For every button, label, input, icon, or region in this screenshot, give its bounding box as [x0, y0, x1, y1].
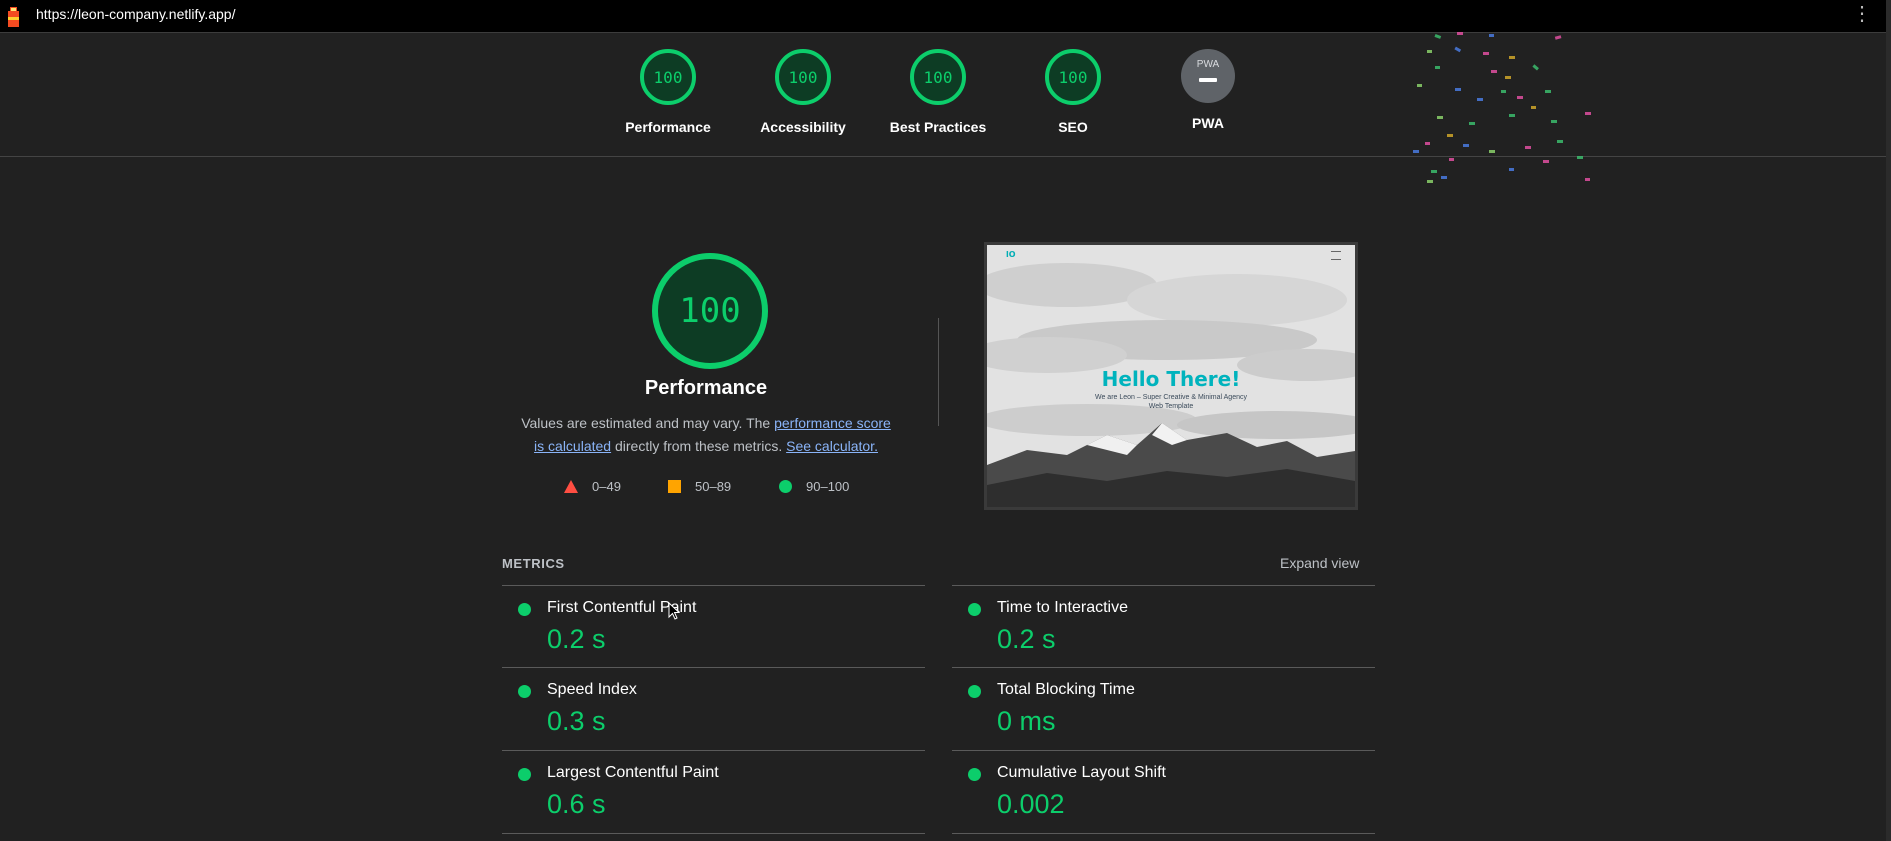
- metric-value: 0.6 s: [547, 789, 606, 819]
- performance-gauge: 100: [652, 253, 768, 369]
- performance-description: Values are estimated and may vary. The p…: [515, 412, 897, 458]
- description-text: directly from these metrics.: [611, 438, 787, 454]
- legend-pass: 90–100: [779, 479, 849, 494]
- pass-circle-icon: [968, 768, 981, 781]
- metric-name: Time to Interactive: [997, 599, 1129, 616]
- metric-value: 0.2 s: [547, 624, 606, 654]
- gauge-label: Performance: [625, 119, 711, 135]
- legend-average: 50–89: [668, 479, 731, 494]
- metric-value: 0.002: [997, 789, 1065, 819]
- performance-title: Performance: [644, 377, 768, 399]
- pass-circle-icon: [518, 685, 531, 698]
- triangle-icon: [564, 480, 578, 493]
- metric-name: Largest Contentful Paint: [547, 764, 719, 781]
- legend-fail: 0–49: [564, 479, 621, 494]
- calculator-link[interactable]: See calculator.: [786, 438, 878, 454]
- lighthouse-logo-icon: [8, 7, 19, 27]
- hamburger-menu-icon: [1331, 251, 1341, 260]
- metric-first-contentful-paint: First Contentful Paint 0.2 s: [502, 585, 925, 668]
- legend-range: 0–49: [592, 479, 621, 494]
- mouse-cursor-icon: [668, 602, 680, 620]
- square-icon: [668, 480, 681, 493]
- pwa-badge-text: PWA: [1196, 59, 1220, 70]
- metric-cumulative-layout-shift: Cumulative Layout Shift 0.002: [952, 750, 1375, 833]
- expand-view-button[interactable]: Expand view: [1280, 555, 1359, 571]
- divider: [952, 833, 1375, 834]
- gauge-score: 100: [1045, 49, 1101, 105]
- metric-time-to-interactive: Time to Interactive 0.2 s: [952, 585, 1375, 668]
- confetti-decoration: [1413, 32, 1591, 183]
- pwa-dash-icon: [1199, 78, 1217, 82]
- site-logo: lO: [1006, 250, 1016, 259]
- legend-range: 90–100: [806, 479, 850, 494]
- pass-circle-icon: [968, 685, 981, 698]
- metric-value: 0 ms: [997, 706, 1056, 736]
- address-bar: https://leon-company.netlify.app/ ⋮: [0, 0, 1886, 33]
- pass-circle-icon: [518, 603, 531, 616]
- circle-icon: [779, 480, 792, 493]
- gauge-score: 100: [910, 49, 966, 105]
- metric-total-blocking-time: Total Blocking Time 0 ms: [952, 667, 1375, 750]
- gauge-score: 100: [640, 49, 696, 105]
- metric-value: 0.2 s: [997, 624, 1056, 654]
- divider: [938, 318, 939, 426]
- divider: [502, 833, 925, 834]
- pwa-badge-icon: PWA: [1181, 49, 1235, 103]
- final-screenshot[interactable]: lO Hello There! We are Leon – Super Crea…: [984, 242, 1358, 510]
- pass-circle-icon: [518, 768, 531, 781]
- gauge-best-practices[interactable]: 100 Best Practices: [878, 49, 998, 135]
- metric-name: Cumulative Layout Shift: [997, 764, 1166, 781]
- url-text[interactable]: https://leon-company.netlify.app/: [36, 6, 235, 22]
- gauge-label: Best Practices: [889, 119, 987, 135]
- gauge-seo[interactable]: 100 SEO: [1013, 49, 1133, 135]
- gauge-label: PWA: [1192, 115, 1224, 131]
- gauge-score: 100: [775, 49, 831, 105]
- metrics-header: METRICS: [502, 556, 565, 571]
- gauge-performance[interactable]: 100 Performance: [608, 49, 728, 135]
- gauge-label: SEO: [1058, 119, 1088, 135]
- gauge-label: Accessibility: [760, 119, 846, 135]
- hero-subtitle: We are Leon – Super Creative & Minimal A…: [1094, 394, 1247, 410]
- metric-name: Total Blocking Time: [997, 681, 1135, 698]
- legend-range: 50–89: [695, 479, 732, 494]
- metric-speed-index: Speed Index 0.3 s: [502, 667, 925, 750]
- scrollbar[interactable]: [1886, 0, 1891, 841]
- pass-circle-icon: [968, 603, 981, 616]
- gauge-pwa[interactable]: PWA PWA: [1148, 49, 1268, 131]
- metric-value: 0.3 s: [547, 706, 606, 736]
- metric-largest-contentful-paint: Largest Contentful Paint 0.6 s: [502, 750, 925, 833]
- gauge-accessibility[interactable]: 100 Accessibility: [743, 49, 863, 135]
- more-menu-icon[interactable]: ⋮: [1852, 4, 1872, 26]
- metric-name: Speed Index: [547, 681, 637, 698]
- hero-title: Hello There!: [1101, 367, 1241, 391]
- description-text: Values are estimated and may vary. The: [521, 415, 775, 431]
